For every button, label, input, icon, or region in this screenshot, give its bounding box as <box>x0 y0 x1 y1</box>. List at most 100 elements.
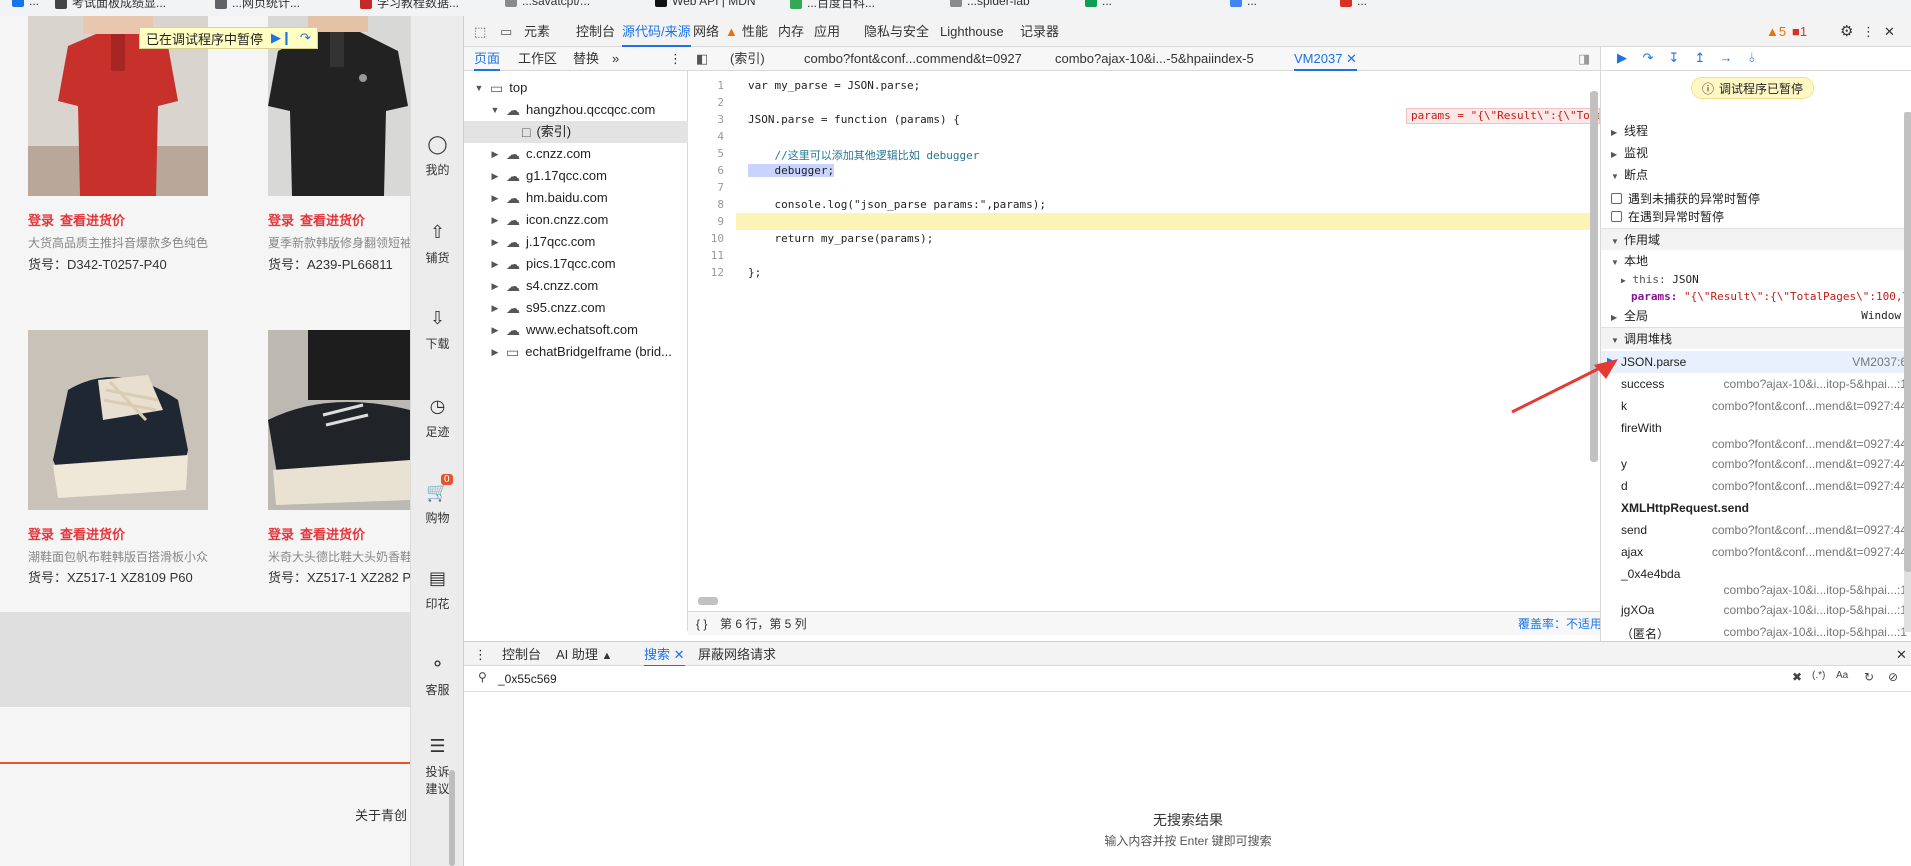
tree-node[interactable]: ▶ ☁ g1.17qcc.com <box>464 165 688 187</box>
collapsed-arrow-icon[interactable]: ▶ <box>490 341 500 363</box>
bookmark-item[interactable]: ... <box>1340 0 1367 8</box>
collapsed-arrow-icon[interactable]: ▶ <box>490 231 500 253</box>
scope-local[interactable]: ▼ 本地 <box>1601 250 1911 272</box>
frame-location[interactable]: combo?font&conf...mend&t=0927:44 <box>1712 523 1907 537</box>
tab-workspace[interactable]: 工作区 <box>518 47 557 71</box>
sidebar-item-print[interactable]: ▤ 印花 <box>411 568 464 612</box>
scope-params-row[interactable]: params: "{\"Result\":{\"TotalPages\":100… <box>1631 290 1911 303</box>
regex-toggle[interactable]: (.*) <box>1812 670 1825 681</box>
product-description[interactable]: 潮鞋面包帆布鞋韩版百搭滑板小众 <box>28 548 208 565</box>
frame-location[interactable]: combo?font&conf...mend&t=0927:44 <box>1712 437 1907 451</box>
refresh-icon[interactable]: ↻ <box>1864 670 1874 684</box>
bookmark-item[interactable]: ... <box>1085 0 1112 8</box>
drawer-menu-icon[interactable]: ⋮ <box>474 642 487 667</box>
errors-badge[interactable]: ■1 <box>1792 16 1807 47</box>
warnings-badge[interactable]: ▲5 <box>1766 16 1786 47</box>
step-over-icon[interactable]: ↷ <box>1639 50 1657 68</box>
devtools-tab[interactable]: 应用 <box>814 16 840 47</box>
devtools-tab[interactable]: 内存 <box>778 16 804 47</box>
resume-icon[interactable]: ▶ <box>1613 50 1631 68</box>
tree-node[interactable]: ▶ ▭ echatBridgeIframe (brid... <box>464 341 688 363</box>
product-description[interactable]: 大货高品质主推抖音爆款多色纯色 <box>28 234 208 251</box>
line-number[interactable]: 1 <box>688 79 724 92</box>
product-description[interactable]: 米奇大头德比鞋大头奶香鞋 <box>268 548 410 565</box>
bookmark-item[interactable]: ...百度百科... <box>790 0 875 11</box>
line-number[interactable]: 12 <box>688 266 724 279</box>
tree-node[interactable]: ▶ ☁ j.17qcc.com <box>464 231 688 253</box>
close-tab-icon[interactable]: ✕ <box>674 647 685 662</box>
devtools-tab[interactable]: 隐私与安全 <box>864 16 929 47</box>
expanded-arrow-icon[interactable]: ▼ <box>490 99 500 121</box>
scope-this-row[interactable]: ▶ this: JSON <box>1621 273 1699 286</box>
tree-node[interactable]: ▶ ☁ s95.cnzz.com <box>464 297 688 319</box>
call-frame[interactable]: success combo?ajax-10&i...itop-5&hpai...:… <box>1601 373 1911 395</box>
product-image[interactable] <box>28 330 208 510</box>
bookmark-item[interactable]: 学习教程数据... <box>360 0 459 11</box>
sidebar-item-headset[interactable]: ⚬ 客服 <box>411 654 464 698</box>
about-link[interactable]: 关于青创 <box>355 805 407 824</box>
bookmark-item[interactable]: ... <box>1230 0 1257 8</box>
line-number[interactable]: 6 <box>688 164 724 177</box>
line-number[interactable]: 3 <box>688 113 724 126</box>
frame-location[interactable]: combo?font&conf...mend&t=0927:44 <box>1712 457 1907 471</box>
devtools-tab[interactable]: 元素 <box>524 16 550 47</box>
deactivate-breakpoints-icon[interactable]: ⫰ <box>1743 50 1761 68</box>
devtools-tab[interactable]: 性能 <box>742 16 768 47</box>
editor-tab-active[interactable]: VM2037 ✕ <box>1294 47 1357 71</box>
code-editor[interactable]: 1 var my_parse = JSON.parse; 2 3 JSON.parse … <box>688 71 1600 611</box>
debugger-scrollbar[interactable] <box>1904 112 1911 632</box>
devtools-tab[interactable]: 记录器 <box>1020 16 1059 47</box>
call-frame[interactable]: ▶JSON.parseVM2037:6 <box>1601 351 1911 373</box>
frame-location[interactable]: combo?font&conf...mend&t=0927:44 <box>1712 545 1907 559</box>
drawer-tab-block-requests[interactable]: 屏蔽网络请求 <box>698 642 776 667</box>
pretty-print-icon[interactable]: { } <box>696 612 707 636</box>
line-number[interactable]: 8 <box>688 198 724 211</box>
step-into-icon[interactable]: ↧ <box>1665 50 1683 68</box>
call-frame[interactable]: fireWith combo?font&conf...mend&t=0927:44 <box>1601 417 1911 453</box>
resume-icon[interactable]: ▶❙ <box>271 30 292 46</box>
login-link[interactable]: 登录 <box>28 213 54 228</box>
view-price-link[interactable]: 查看进货价 <box>60 527 125 542</box>
tree-node[interactable]: ▼ ▭ top <box>464 77 688 99</box>
breakpoints-section[interactable]: ▼ 断点 <box>1601 164 1911 186</box>
close-drawer-icon[interactable]: ✕ <box>1896 642 1907 667</box>
call-frame[interactable]: jgXOa combo?ajax-10&i...itop-5&hpai...:1 <box>1601 599 1911 621</box>
login-link[interactable]: 登录 <box>268 527 294 542</box>
sidebar-item-upload[interactable]: ⇧ 铺货 <box>411 222 464 266</box>
line-number[interactable]: 2 <box>688 96 724 109</box>
devtools-tab[interactable]: 控制台 <box>576 16 615 47</box>
pause-caught-checkbox[interactable]: 在遇到异常时暂停 <box>1611 208 1724 225</box>
line-number[interactable]: 4 <box>688 130 724 143</box>
devtools-tab[interactable]: Lighthouse <box>940 16 1004 47</box>
pause-uncaught-checkbox[interactable]: 遇到未捕获的异常时暂停 <box>1611 190 1760 207</box>
expanded-arrow-icon[interactable]: ▼ <box>474 77 484 99</box>
more-tabs-icon[interactable]: » <box>612 47 619 71</box>
customize-devtools-icon[interactable]: ⋮ <box>1862 16 1875 47</box>
step-over-icon[interactable]: ↷ <box>300 30 311 46</box>
tree-node[interactable]: ▶ ☁ pics.17qcc.com <box>464 253 688 275</box>
settings-gear-icon[interactable]: ⚙ <box>1840 16 1853 47</box>
tree-node[interactable]: □ (索引) <box>464 121 688 143</box>
bookmark-item[interactable]: 考试面板成绩显... <box>55 0 166 11</box>
call-frame[interactable]: _0x4e4bda combo?ajax-10&i...itop-5&hpai..… <box>1601 563 1911 599</box>
collapsed-arrow-icon[interactable]: ▶ <box>490 275 500 297</box>
call-frame[interactable]: send combo?font&conf...mend&t=0927:44 <box>1601 519 1911 541</box>
navigator-menu-icon[interactable]: ⋮ <box>669 47 682 71</box>
frame-location[interactable]: combo?ajax-10&i...itop-5&hpai...:1 <box>1724 603 1907 617</box>
inspect-icon[interactable]: ⬚ <box>474 16 486 47</box>
sidebar-item-clock[interactable]: ◷ 足迹 <box>411 396 464 440</box>
clear-search-icon[interactable]: ✖ <box>1792 670 1802 684</box>
call-frame[interactable]: d combo?font&conf...mend&t=0927:44 <box>1601 475 1911 497</box>
callstack-section[interactable]: ▼ 调用堆栈 <box>1601 327 1911 349</box>
editor-tab[interactable]: combo?font&conf...commend&t=0927 <box>804 47 1022 71</box>
drawer-tab-console[interactable]: 控制台 <box>502 642 541 667</box>
device-toolbar-icon[interactable]: ▭ <box>500 16 512 47</box>
toggle-debugger-icon[interactable]: ◨ <box>1578 47 1590 71</box>
line-number[interactable]: 9 <box>688 215 724 228</box>
bookmark-item[interactable]: ...网页统计... <box>215 0 300 11</box>
sidebar-item-download[interactable]: ⇩ 下载 <box>411 308 464 352</box>
product-image[interactable] <box>268 330 410 510</box>
sidebar-item-cart[interactable]: 🛒 0 购物 <box>411 474 464 526</box>
view-price-link[interactable]: 查看进货价 <box>300 213 365 228</box>
tree-node[interactable]: ▶ ☁ icon.cnzz.com <box>464 209 688 231</box>
